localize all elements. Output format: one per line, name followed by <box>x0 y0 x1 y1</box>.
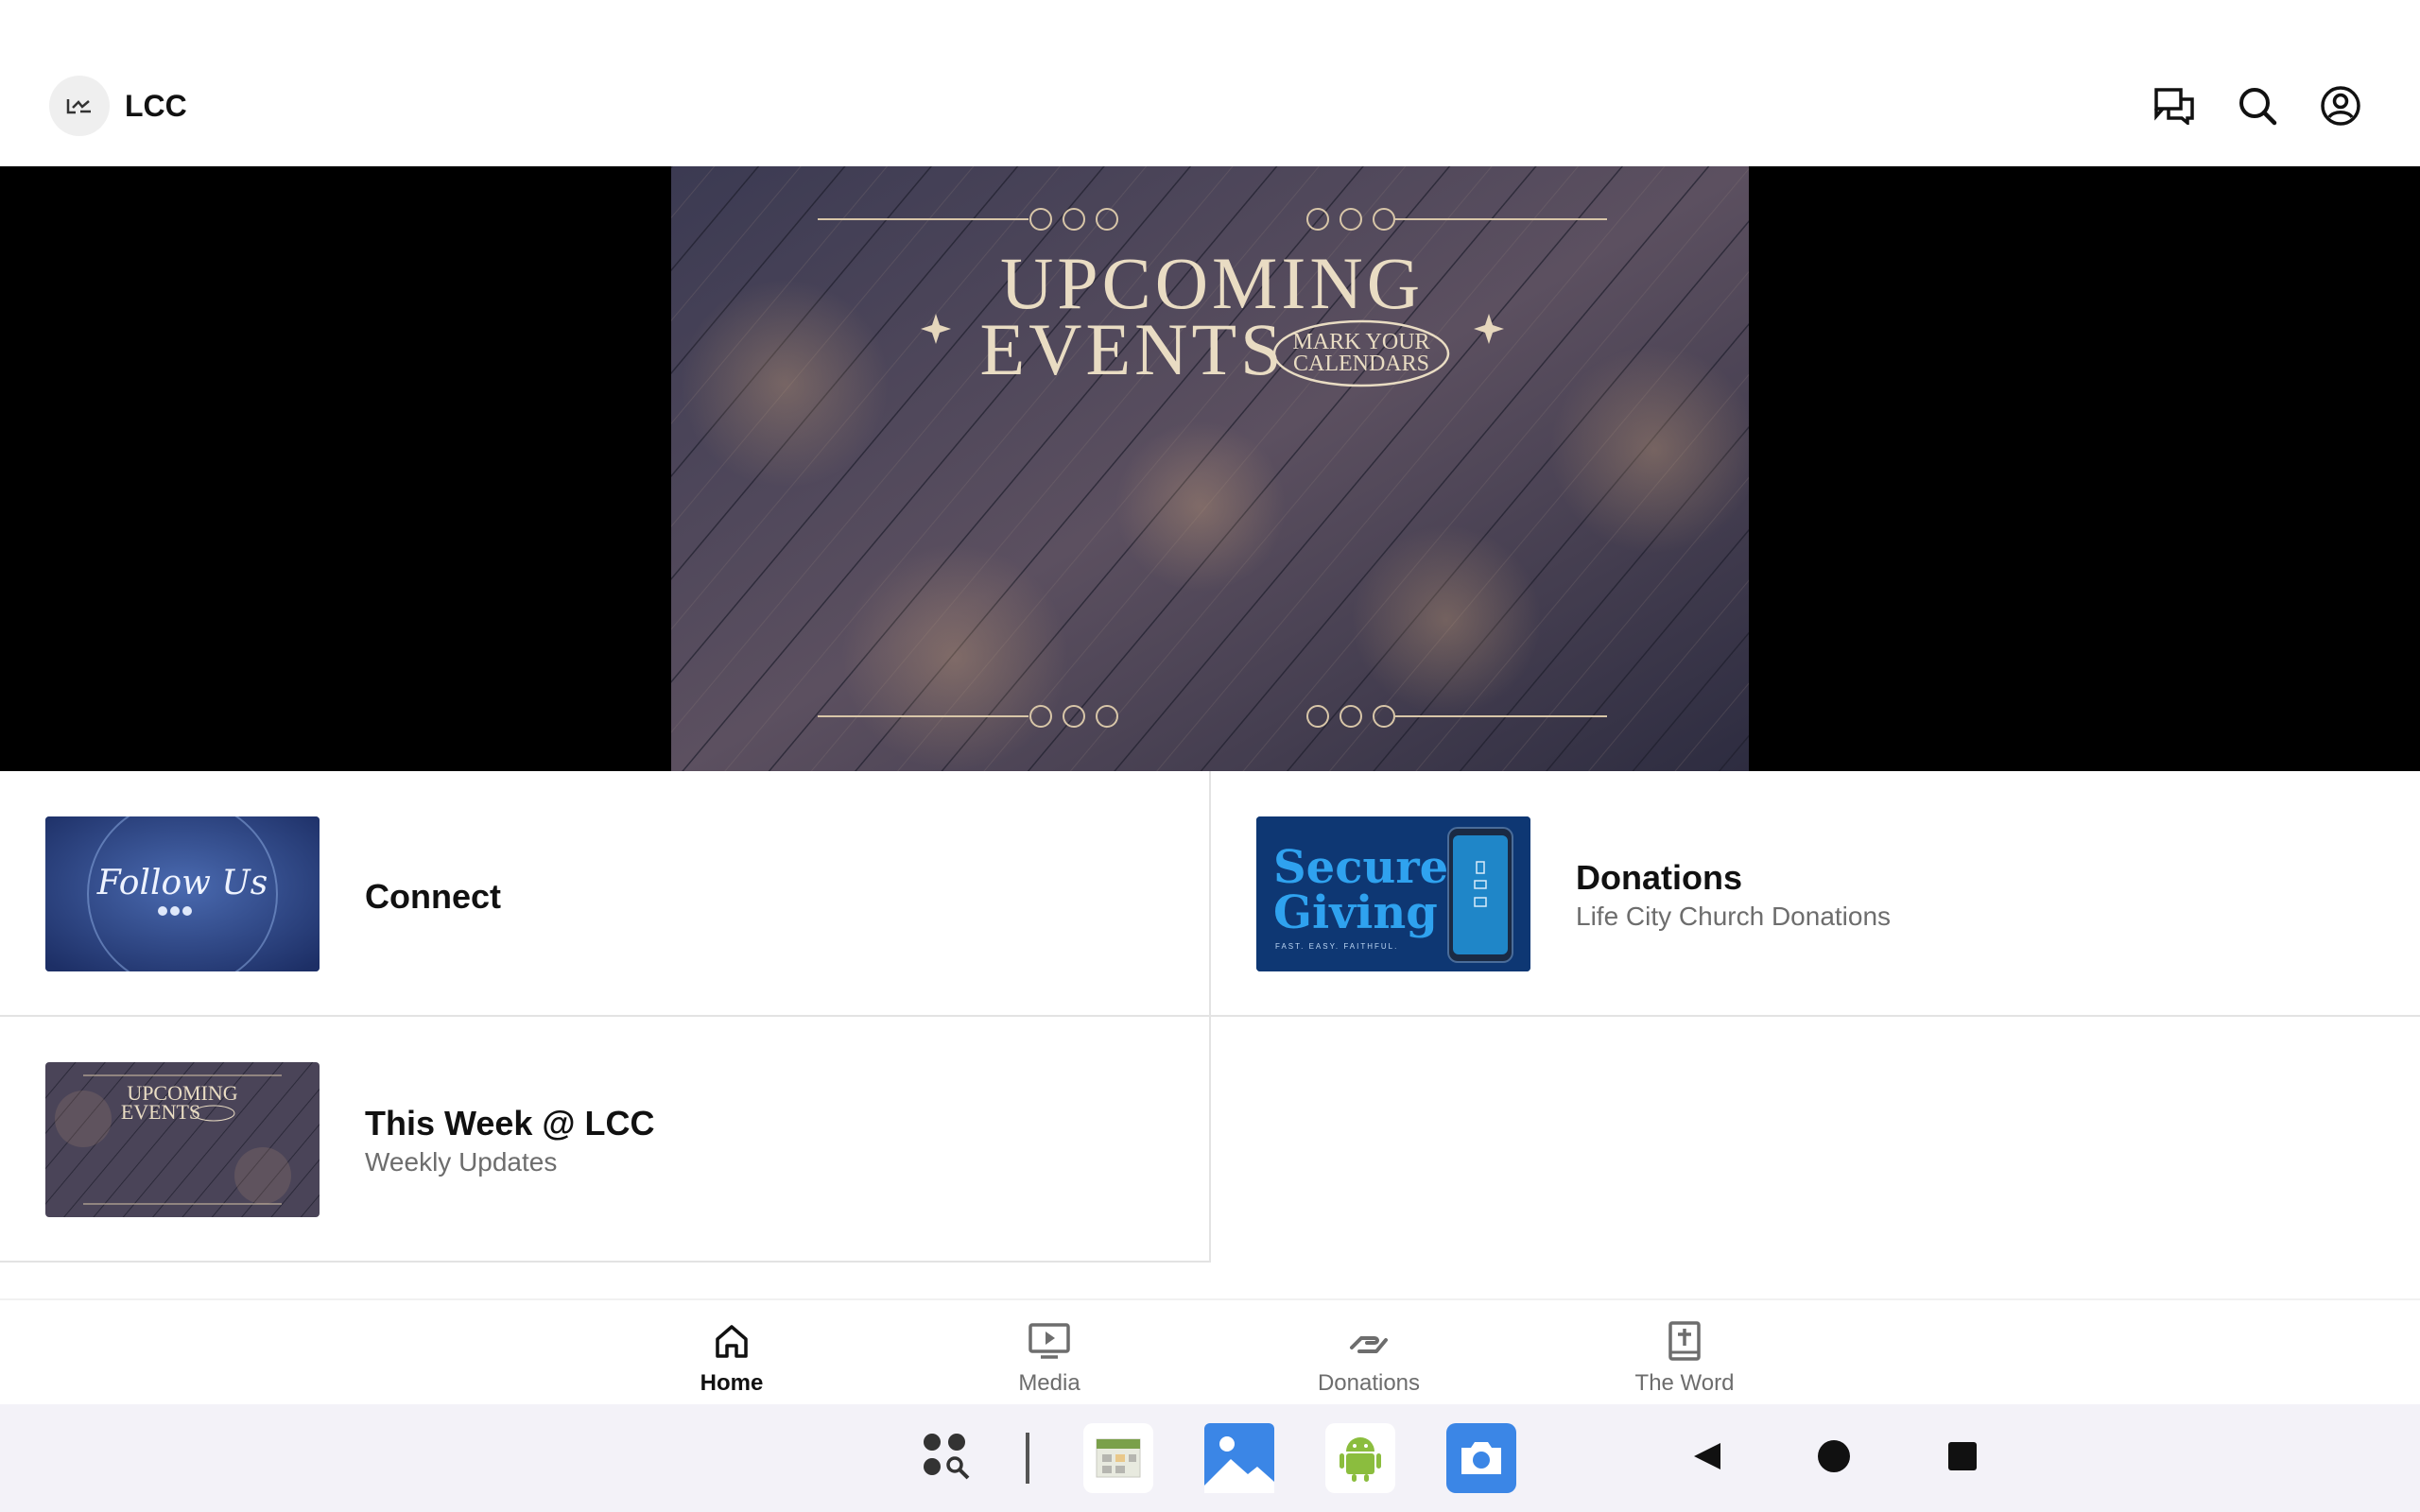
calendar-app-icon[interactable] <box>1083 1423 1153 1493</box>
gallery-app-icon[interactable] <box>1204 1423 1274 1493</box>
app-header: LCC <box>0 0 2420 166</box>
nav-label: Home <box>700 1370 764 1396</box>
system-taskbar <box>0 1404 2420 1512</box>
this-week-thumbnail: UPCOMING EVENTS <box>45 1062 320 1217</box>
search-icon[interactable] <box>2235 83 2280 129</box>
tile-title: Donations <box>1576 858 1742 897</box>
nav-label: Donations <box>1317 1370 1421 1396</box>
tile-subtitle: Life City Church Donations <box>1576 902 1892 931</box>
taskbar-divider <box>1026 1433 1029 1484</box>
nav-home[interactable]: Home <box>637 1317 826 1397</box>
donations-thumbnail: Secure Giving FAST. EASY. FAITHFUL. <box>1256 816 1530 971</box>
back-icon[interactable] <box>1688 1433 1726 1480</box>
tile-title: Connect <box>365 877 501 916</box>
bible-icon <box>1590 1317 1779 1365</box>
hero-badge-line2: CALENDARS <box>1293 352 1429 376</box>
connect-thumb-text: Follow Us <box>96 864 268 902</box>
chat-icon[interactable] <box>2152 83 2197 129</box>
tile-title: This Week @ LCC <box>365 1104 655 1143</box>
nav-donations[interactable]: Donations <box>1274 1317 1463 1397</box>
hero-title-line2: EVENTS <box>980 308 1286 390</box>
android-app-icon[interactable] <box>1325 1423 1395 1493</box>
connect-thumbnail: Follow Us <box>45 816 320 971</box>
giving-thumb-tagline: FAST. EASY. FAITHFUL. <box>1275 942 1398 951</box>
account-icon[interactable] <box>2318 83 2363 129</box>
tile-this-week[interactable]: UPCOMING EVENTS This Week @ LCC Weekly U… <box>0 1017 1211 1263</box>
camera-app-icon[interactable] <box>1446 1423 1516 1493</box>
tile-subtitle: Weekly Updates <box>365 1147 558 1177</box>
bottom-navigation: Home Media Donations The Word <box>0 1298 2420 1406</box>
nav-label: The Word <box>1634 1370 1735 1396</box>
home-circle-icon[interactable] <box>1813 1433 1855 1480</box>
donations-icon <box>1274 1317 1463 1365</box>
giving-thumb-line2: Giving <box>1273 886 1438 939</box>
nav-the-word[interactable]: The Word <box>1590 1317 1779 1397</box>
week-thumb-line2: EVENTS <box>121 1100 200 1124</box>
tile-donations[interactable]: Secure Giving FAST. EASY. FAITHFUL. Dona… <box>1211 771 2420 1017</box>
hero-banner[interactable]: UPCOMING EVENTS MARK YOUR CALENDARS <box>0 166 2420 771</box>
upcoming-events-image: UPCOMING EVENTS MARK YOUR CALENDARS <box>671 166 1749 771</box>
tile-connect[interactable]: Follow Us Connect <box>0 771 1211 1017</box>
home-icon <box>637 1317 826 1365</box>
app-drawer-icon[interactable] <box>921 1429 977 1486</box>
app-title: LCC <box>125 89 187 123</box>
media-icon <box>955 1317 1144 1365</box>
nav-media[interactable]: Media <box>955 1317 1144 1397</box>
nav-label: Media <box>1018 1370 1080 1396</box>
recents-icon[interactable] <box>1942 1433 1983 1480</box>
lcc-logo-icon[interactable] <box>49 76 110 136</box>
